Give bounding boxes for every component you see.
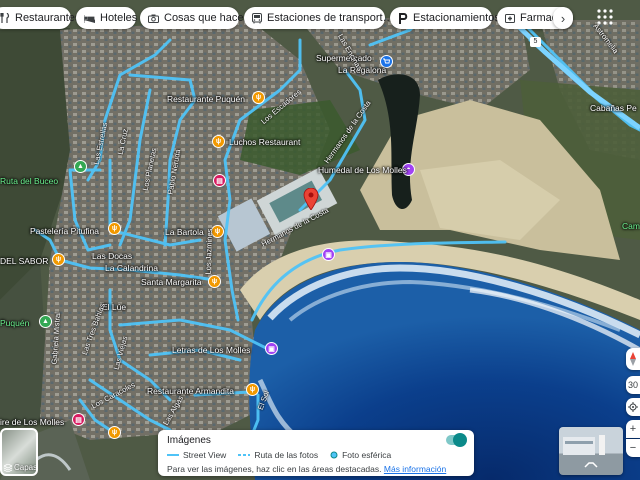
- street-view-thumbnail[interactable]: [559, 427, 623, 475]
- fork-knife-icon: ψ: [111, 225, 118, 232]
- legend-ruta-fotos: Ruta de las fotos: [238, 450, 318, 460]
- supermarket-marker[interactable]: [380, 55, 393, 68]
- compass-button[interactable]: [626, 348, 640, 370]
- chip-label: Restaurantes: [15, 12, 81, 24]
- scale-indicator: 30: [626, 376, 640, 394]
- parking-icon: [399, 12, 408, 24]
- street-view-line-icon: [167, 454, 179, 456]
- shopping-icon: ▤: [75, 416, 82, 424]
- puquen-park-marker[interactable]: ▲: [39, 315, 52, 328]
- shopping-icon: ▤: [216, 177, 223, 185]
- fork-knife-icon: ψ: [55, 256, 62, 263]
- legend-hint: Para ver las imágenes, haz clic en las á…: [167, 464, 465, 474]
- chip-cosas-que-hacer[interactable]: Cosas que hacer: [140, 7, 247, 29]
- road-los-jazmines: Los Jazmines: [203, 228, 215, 275]
- street-view-label: Street View: [183, 450, 227, 460]
- camera-icon: [148, 14, 159, 23]
- fork-knife-icon: ψ: [249, 386, 256, 393]
- chip-label: Estacionamientos: [413, 12, 500, 24]
- layers-label: Capas: [14, 463, 38, 472]
- fork-knife-icon: ψ: [255, 94, 262, 101]
- mall-marker[interactable]: ▤: [213, 174, 226, 187]
- del-sabor-marker[interactable]: ψ: [52, 253, 65, 266]
- la-calandrina-marker[interactable]: ψ: [208, 275, 221, 288]
- chip-label: Cosas que hacer: [164, 12, 248, 24]
- armandita-marker[interactable]: ψ: [246, 383, 259, 396]
- bed-icon: [84, 14, 95, 23]
- category-chips: Restaurantes Hoteles Cosas que hacer Est…: [0, 7, 640, 29]
- minus-icon: −: [629, 442, 637, 454]
- photo-icon: ▣: [268, 345, 275, 353]
- legend-foto-esferica: Foto esférica: [330, 450, 391, 460]
- chevron-right-icon: ›: [560, 10, 566, 26]
- plus-icon: +: [629, 423, 637, 435]
- fork-knife-icon: [0, 13, 10, 23]
- route-badge: 5: [530, 37, 541, 47]
- park-icon: ▲: [77, 163, 84, 170]
- legend-hint-text: Para ver las imágenes, haz clic en las á…: [167, 464, 382, 474]
- attraction-icon: ◓: [406, 166, 411, 173]
- street-view-preview-image: [563, 435, 605, 468]
- foto-esferica-label: Foto esférica: [342, 450, 392, 460]
- chip-hoteles[interactable]: Hoteles: [76, 7, 138, 29]
- chip-estacionamientos[interactable]: Estacionamientos: [390, 7, 500, 29]
- chip-label: Estaciones de transport…: [267, 12, 394, 24]
- layers-label-group: Capas: [4, 463, 38, 472]
- beach-photo-marker[interactable]: ▣: [322, 248, 335, 261]
- restaurant-puquen-marker[interactable]: ψ: [252, 91, 265, 104]
- legend-street-view: Street View: [167, 450, 226, 460]
- legend-title: Imágenes: [167, 435, 211, 446]
- chip-restaurantes[interactable]: Restaurantes: [0, 7, 80, 29]
- fork-knife-icon: ψ: [214, 228, 221, 235]
- ruta-fotos-label: Ruta de las fotos: [254, 450, 319, 460]
- spherical-photo-dot-icon: [330, 451, 338, 459]
- zoom-in-button[interactable]: +: [626, 420, 640, 438]
- letras-marker[interactable]: ▣: [265, 342, 278, 355]
- my-location-button[interactable]: [626, 398, 640, 416]
- crosshair-icon: [628, 402, 638, 412]
- chip-estaciones-transporte[interactable]: Estaciones de transport…: [244, 7, 394, 29]
- selected-location-pin-icon[interactable]: [303, 188, 319, 210]
- ruta-buceo-marker[interactable]: ▲: [74, 160, 87, 173]
- fork-knife-icon: ψ: [215, 138, 222, 145]
- pharmacy-icon: [505, 14, 515, 23]
- chips-scroll-right-button[interactable]: ›: [553, 7, 573, 29]
- compass-icon: [630, 352, 636, 366]
- chip-label: Hoteles: [100, 12, 138, 24]
- layers-icon: [4, 463, 12, 472]
- zoom-out-button[interactable]: −: [626, 439, 640, 457]
- more-info-link[interactable]: Más información: [384, 464, 446, 474]
- layers-button[interactable]: Capas: [0, 428, 38, 476]
- fork-knife-icon: ψ: [111, 429, 118, 436]
- imagery-toggle[interactable]: [446, 433, 467, 447]
- bottom-restaurant-marker[interactable]: ψ: [108, 426, 121, 439]
- photo-route-line-icon: [238, 454, 251, 456]
- ire-molles-marker[interactable]: ▤: [72, 413, 85, 426]
- photo-icon: ▣: [325, 251, 332, 259]
- pasteleria-marker[interactable]: ψ: [108, 222, 121, 235]
- fork-knife-icon: ψ: [211, 278, 218, 285]
- imagery-legend-panel: Imágenes Street View Ruta de las fotos F…: [158, 430, 474, 476]
- cart-icon: [383, 58, 390, 64]
- humedal-marker[interactable]: ◓: [402, 163, 415, 176]
- park-icon: ▲: [42, 318, 49, 325]
- luchos-marker[interactable]: ψ: [212, 135, 225, 148]
- bus-icon: [252, 12, 262, 23]
